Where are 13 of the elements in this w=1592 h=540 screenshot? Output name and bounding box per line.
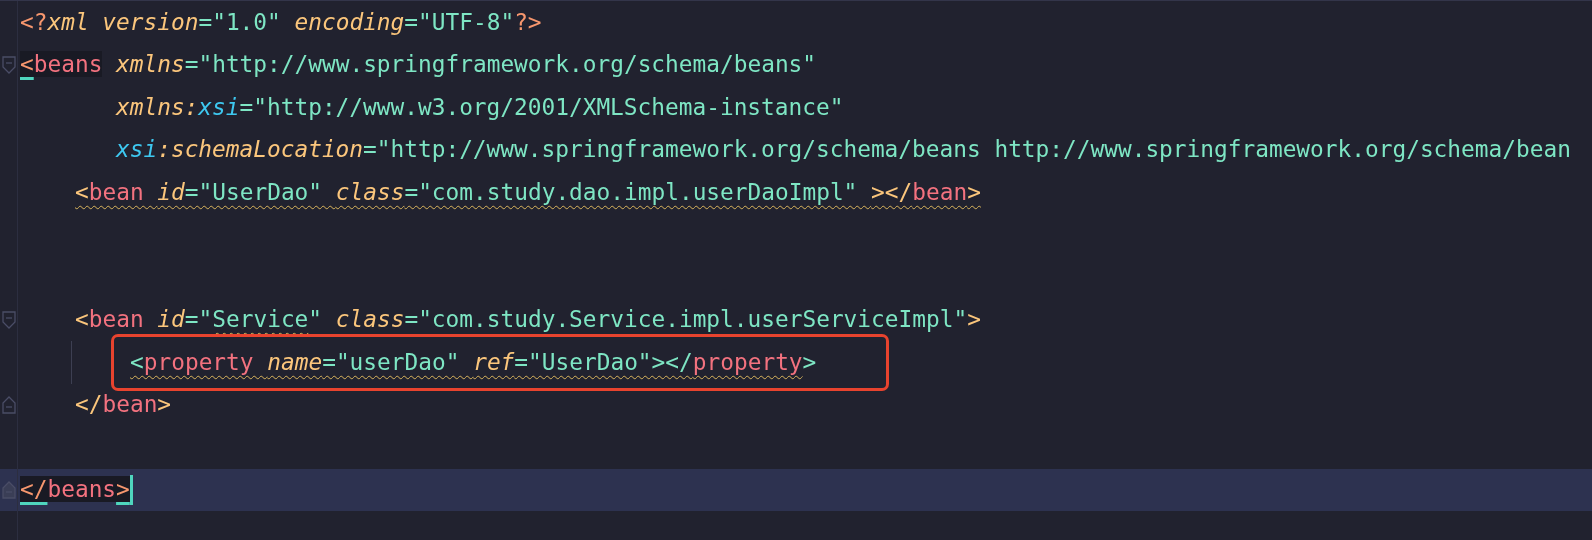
code-line: <property name="userDao" ref="UserDao"></property> <box>130 350 817 374</box>
code-line: xsi:schemaLocation="http://www.springframework.org/schema/beans http://www.springframework.org/schema/bean <box>116 138 1571 162</box>
code-line: <bean id="Service" class="com.study.Service.impl.userServiceImpl"> <box>75 308 981 332</box>
code-line: <?xml version="1.0" encoding="UTF-8"?> <box>20 10 542 34</box>
code-line: </bean> <box>75 393 172 417</box>
code-line: </beans> <box>20 478 130 502</box>
fold-icon[interactable] <box>1 55 16 74</box>
code-line: <beans xmlns="http://www.springframework.org/schema/beans" <box>20 53 817 77</box>
fold-icon[interactable] <box>1 395 16 414</box>
fold-icon[interactable] <box>1 310 16 329</box>
code-line: xmlns:xsi="http://www.w3.org/2001/XMLSchema-instance" <box>116 95 844 119</box>
fold-icon[interactable] <box>1 480 16 499</box>
code-line: <bean id="UserDao" class="com.study.dao.impl.userDaoImpl" ></bean> <box>75 180 981 204</box>
